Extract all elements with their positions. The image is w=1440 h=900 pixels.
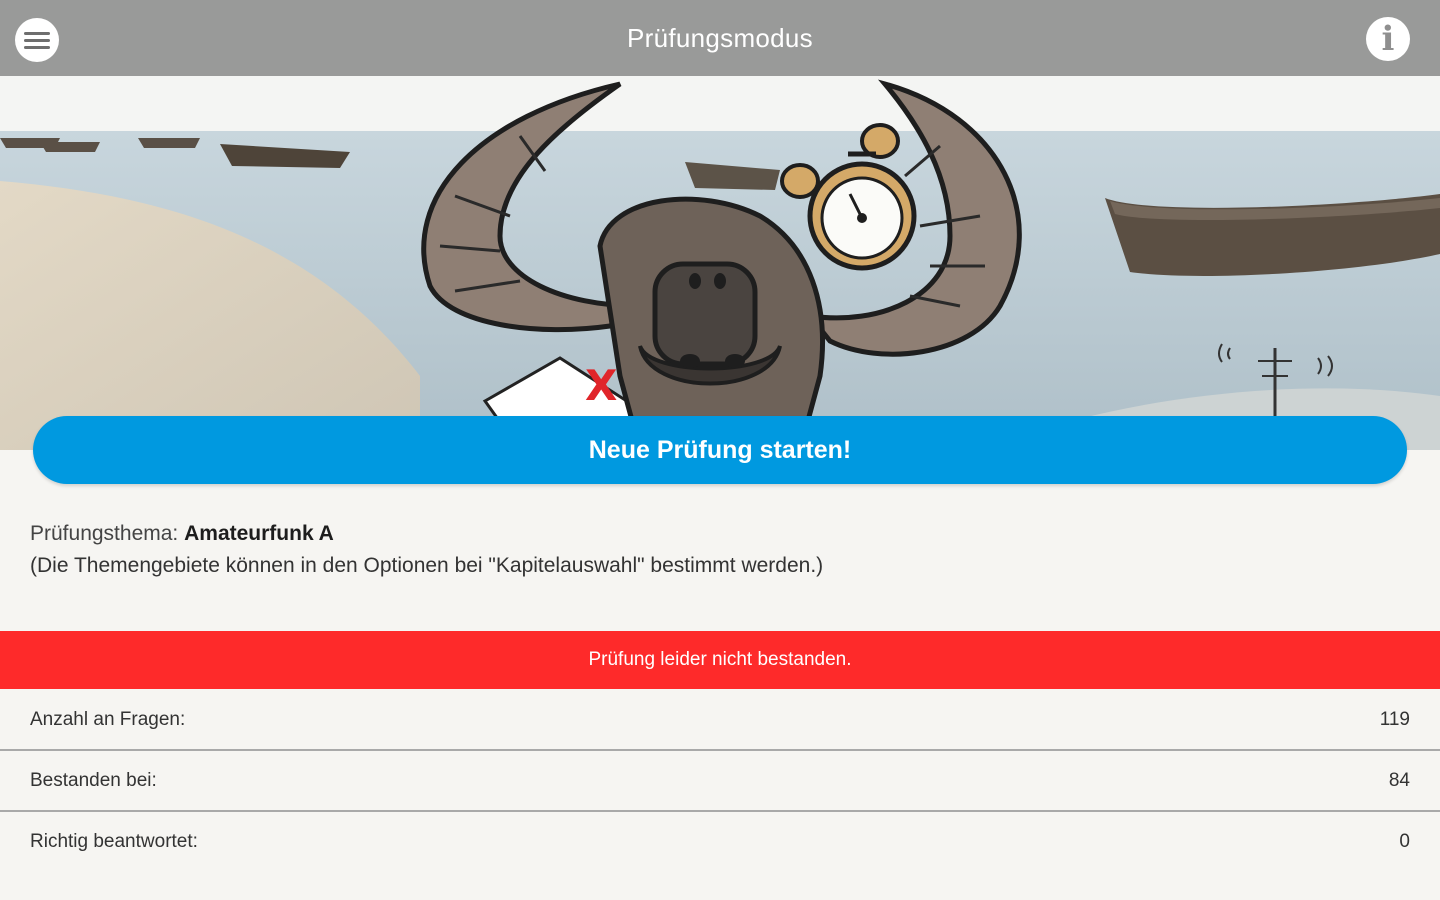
info-button[interactable]: i: [1366, 17, 1410, 61]
stat-row-pass-threshold: Bestanden bei: 84: [0, 751, 1440, 812]
stat-row-question-count: Anzahl an Fragen: 119: [0, 690, 1440, 751]
info-icon: i: [1381, 19, 1395, 59]
stat-row-correct-answers: Richtig beantwortet: 0: [0, 812, 1440, 871]
stat-label: Anzahl an Fragen:: [30, 708, 186, 730]
stat-label: Richtig beantwortet:: [30, 830, 198, 852]
stat-value: 84: [1388, 769, 1410, 791]
topic-label: Prüfungsthema:: [30, 522, 179, 545]
red-x-marker: X: [585, 361, 617, 410]
stat-value: 0: [1399, 830, 1410, 852]
menu-icon: [24, 30, 50, 50]
stat-label: Bestanden bei:: [30, 769, 157, 791]
exam-status-banner: Prüfung leider nicht bestanden.: [0, 631, 1440, 689]
app-bar: Prüfungsmodus i: [0, 0, 1440, 76]
topic-note: (Die Themengebiete können in den Optione…: [30, 554, 824, 577]
stat-value: 119: [1379, 708, 1410, 730]
start-exam-button[interactable]: Neue Prüfung starten!: [33, 416, 1407, 484]
menu-button[interactable]: [15, 18, 59, 62]
hero-illustration: X: [0, 76, 1440, 450]
beach-scene-image: X: [0, 76, 1440, 450]
page-title: Prüfungsmodus: [626, 22, 813, 53]
topic-value: Amateurfunk A: [184, 522, 334, 545]
exam-topic: Prüfungsthema: Amateurfunk A (Die Themen…: [30, 518, 1410, 582]
stats-list: Anzahl an Fragen: 119 Bestanden bei: 84 …: [0, 690, 1440, 871]
